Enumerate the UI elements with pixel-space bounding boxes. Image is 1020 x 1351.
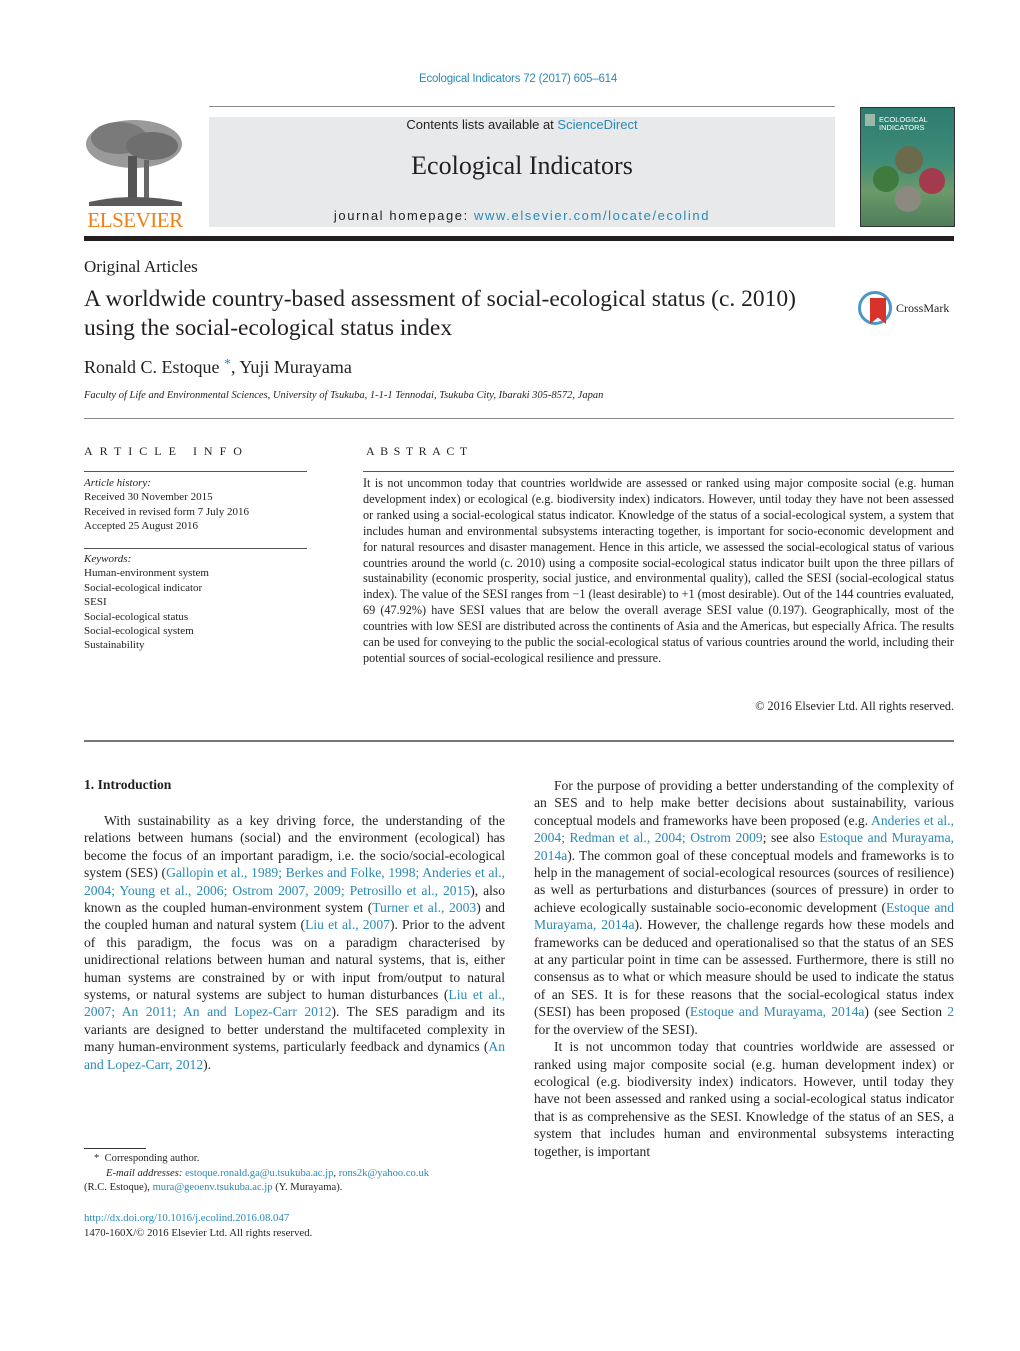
- meta-divider: [84, 418, 954, 419]
- cover-publisher-logo: [865, 114, 875, 126]
- homepage-link[interactable]: www.elsevier.com/locate/ecolind: [474, 208, 710, 223]
- history-item: Received 30 November 2015: [84, 491, 213, 504]
- elsevier-wordmark: ELSEVIER: [87, 208, 183, 232]
- email-owner: (Y. Murayama).: [272, 1182, 343, 1193]
- elsevier-logo[interactable]: ELSEVIER: [84, 116, 186, 232]
- email-owner: (R.C. Estoque),: [84, 1182, 153, 1193]
- cover-title-line2: INDICATORS: [879, 123, 925, 132]
- cover-photo-circle: [919, 168, 945, 194]
- keywords-label: Keywords:: [84, 553, 132, 565]
- paragraph: With sustainability as a key driving for…: [84, 812, 505, 1073]
- authors: Ronald C. Estoque *, Yuji Murayama: [84, 357, 352, 378]
- issn-copyright: 1470-160X/© 2016 Elsevier Ltd. All right…: [84, 1226, 313, 1239]
- journal-banner: Contents lists available at ScienceDirec…: [209, 117, 835, 227]
- footnote-divider: [84, 1148, 146, 1149]
- keyword: Social-ecological indicator: [84, 581, 203, 594]
- paragraph-text: for the overview of the SESI).: [534, 1021, 698, 1037]
- cover-title: ECOLOGICAL INDICATORS: [879, 116, 928, 132]
- crossmark-button[interactable]: CrossMark: [858, 291, 958, 331]
- article-title: A worldwide country-based assessment of …: [84, 286, 796, 341]
- email-line: E-mail addresses: estoque.ronald.ga@u.ts…: [106, 1167, 430, 1179]
- citation-link[interactable]: Liu et al., 2007: [305, 917, 390, 932]
- header-thick-divider: [84, 236, 954, 241]
- email-link[interactable]: estoque.ronald.ga@u.tsukuba.ac.jp: [185, 1168, 333, 1179]
- body-column-left: With sustainability as a key driving for…: [84, 812, 505, 1073]
- corresponding-author-mark[interactable]: *: [224, 357, 231, 372]
- paragraph-text: ).: [203, 1056, 212, 1072]
- author-name[interactable]: Ronald C. Estoque: [84, 357, 220, 377]
- history-item: Accepted 25 August 2016: [84, 520, 198, 533]
- cover-photo-circle: [895, 186, 921, 212]
- journal-reference-link[interactable]: Ecological Indicators 72 (2017) 605–614: [0, 73, 1020, 85]
- history-label: Article history:: [84, 477, 151, 489]
- abstract-divider: [363, 471, 954, 472]
- email-link[interactable]: rons2k@yahoo.co.uk: [339, 1168, 429, 1179]
- affiliation: Faculty of Life and Environmental Scienc…: [84, 390, 604, 401]
- author-name[interactable]: Yuji Murayama: [239, 357, 351, 377]
- citation-link[interactable]: Turner et al., 2003: [372, 900, 476, 915]
- crossmark-icon: [858, 291, 892, 325]
- abstract-end-divider: [84, 740, 954, 742]
- body-column-right: For the purpose of providing a better un…: [534, 777, 954, 1160]
- email-link[interactable]: mura@geoenv.tsukuba.ac.jp: [153, 1182, 273, 1193]
- crossmark-label: CrossMark: [896, 301, 950, 315]
- paragraph-text: ; see also: [762, 830, 820, 846]
- doi-link[interactable]: http://dx.doi.org/10.1016/j.ecolind.2016…: [84, 1211, 312, 1226]
- keyword: Social-ecological system: [84, 625, 194, 638]
- tree-logo-icon: [86, 120, 182, 206]
- article-history: Article history: Received 30 November 20…: [84, 476, 249, 534]
- keyword: Human-environment system: [84, 567, 209, 580]
- keyword: Social-ecological status: [84, 610, 189, 623]
- journal-cover-image[interactable]: ECOLOGICAL INDICATORS: [860, 107, 955, 227]
- citation-link[interactable]: Estoque and Murayama, 2014a: [690, 1004, 865, 1019]
- contents-line: Contents lists available at ScienceDirec…: [209, 117, 835, 132]
- article-info-divider: [84, 471, 307, 472]
- header-divider: [209, 106, 835, 107]
- corresponding-author-text: Corresponding author.: [104, 1153, 200, 1164]
- email-label: E-mail addresses:: [106, 1167, 183, 1179]
- paragraph-text: ) (see Section: [864, 1004, 948, 1020]
- email-line: (R.C. Estoque), mura@geoenv.tsukuba.ac.j…: [84, 1181, 514, 1196]
- citation-link[interactable]: 2: [947, 1004, 954, 1019]
- doi-block: http://dx.doi.org/10.1016/j.ecolind.2016…: [84, 1211, 312, 1240]
- journal-name: Ecological Indicators: [411, 151, 633, 180]
- footnote-mark: *: [94, 1153, 100, 1164]
- contents-prefix: Contents lists available at: [406, 117, 558, 132]
- cover-photo-circle: [895, 146, 923, 174]
- history-item: Received in revised form 7 July 2016: [84, 505, 249, 518]
- crossmark-ribbon: [870, 298, 886, 324]
- sciencedirect-link[interactable]: ScienceDirect: [557, 117, 637, 132]
- keyword: Sustainability: [84, 639, 145, 652]
- section-heading-introduction: 1. Introduction: [84, 777, 172, 792]
- abstract-text: It is not uncommon today that countries …: [363, 476, 954, 665]
- homepage-prefix: journal homepage:: [333, 208, 475, 223]
- cover-photo-circle: [873, 166, 899, 192]
- article-info-heading: ARTICLE INFO: [84, 444, 249, 458]
- paragraph: For the purpose of providing a better un…: [534, 777, 954, 1038]
- homepage-line: journal homepage: www.elsevier.com/locat…: [209, 208, 835, 223]
- keywords-list: Keywords: Human-environment system Socia…: [84, 552, 209, 653]
- article-section-type: Original Articles: [84, 257, 198, 276]
- keywords-divider: [84, 548, 307, 549]
- keyword: SESI: [84, 596, 107, 609]
- paragraph: It is not uncommon today that countries …: [534, 1039, 954, 1159]
- abstract-heading: ABSTRACT: [366, 444, 473, 458]
- footnote: * Corresponding author. E-mail addresses…: [84, 1152, 514, 1196]
- corresponding-author-note: * Corresponding author.: [84, 1152, 514, 1167]
- abstract-copyright: © 2016 Elsevier Ltd. All rights reserved…: [755, 699, 954, 713]
